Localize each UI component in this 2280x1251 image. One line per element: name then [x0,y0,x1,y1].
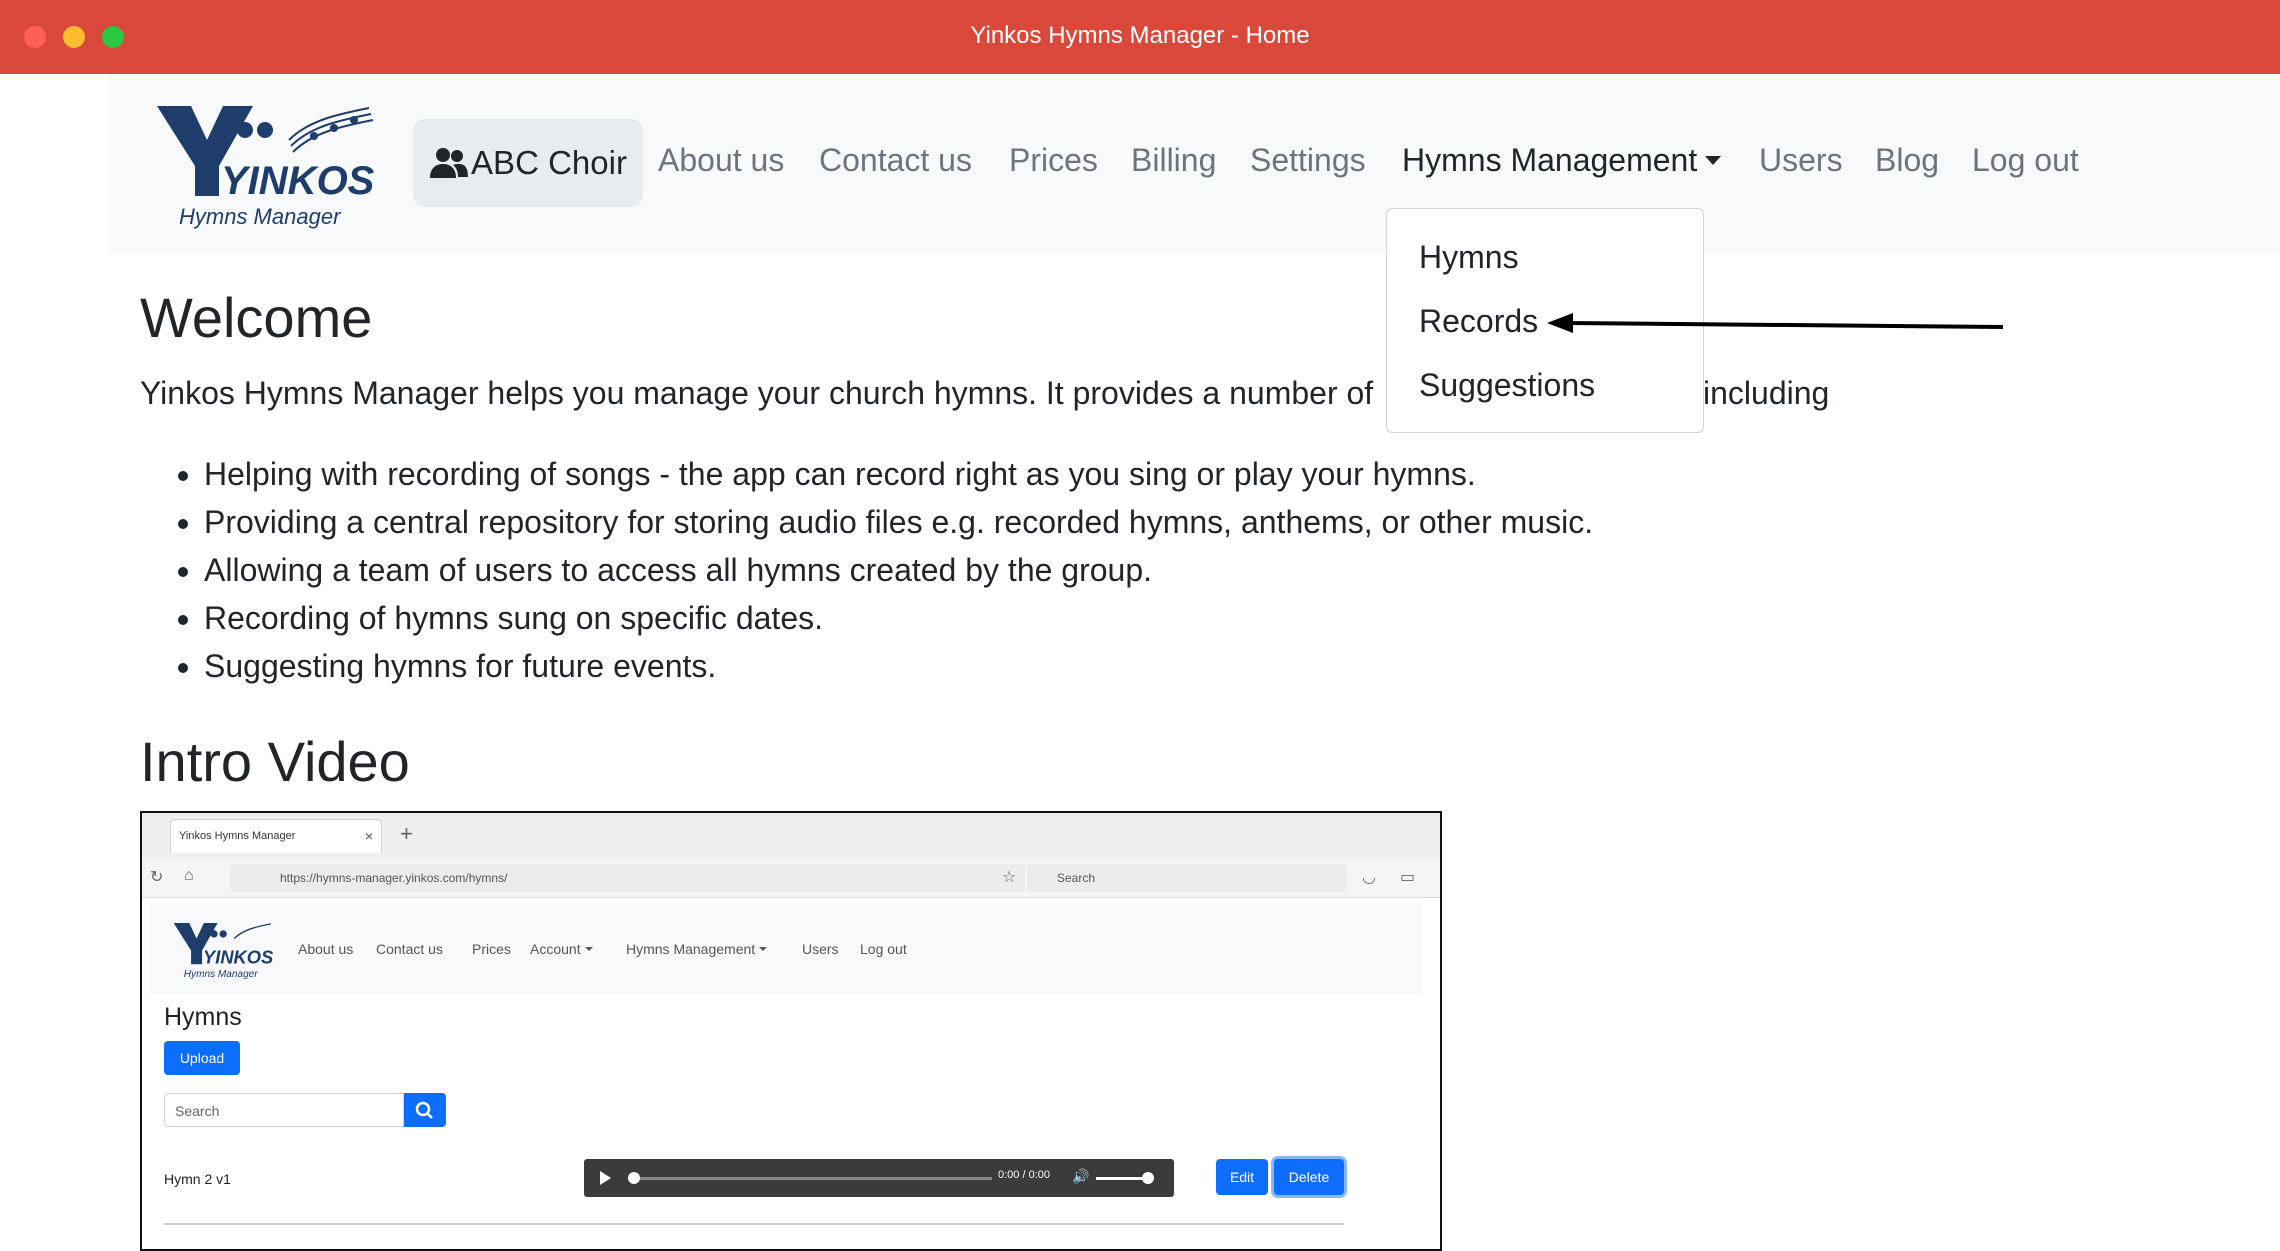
dropdown-item-hymns[interactable]: Hymns [1419,239,1519,276]
video-upload-button: Upload [164,1041,240,1075]
video-nav-account: Account [530,941,593,957]
nav-about-us[interactable]: About us [658,142,784,179]
video-edit-button: Edit [1216,1159,1268,1195]
audio-progress-track [632,1177,992,1180]
list-item: Suggesting hymns for future events. [204,642,1593,690]
nav-billing[interactable]: Billing [1131,142,1216,179]
video-nav-prices: Prices [472,941,511,957]
video-browser-tabstrip: Yinkos Hymns Manager × + [142,813,1440,859]
search-icon [415,1101,433,1119]
video-nav-account-label: Account [530,941,581,957]
nav-prices[interactable]: Prices [1009,142,1098,179]
pocket-icon: ◡ [1362,869,1376,886]
nav-choir-label: ABC Choir [471,144,627,181]
close-icon: × [364,828,373,844]
dropdown-item-records[interactable]: Records [1419,303,1538,340]
welcome-heading: Welcome [140,286,373,349]
yinkos-logo[interactable]: YINKOS Hymns Manager [149,100,389,230]
volume-knob [1142,1172,1154,1184]
plus-icon: + [400,821,413,846]
video-nav-users: Users [802,941,839,957]
audio-progress-knob [628,1172,640,1184]
logo-subtext: Hymns Manager [179,204,342,229]
list-item: Allowing a team of users to access all h… [204,546,1593,594]
window-title: Yinkos Hymns Manager - Home [970,22,1310,49]
video-nav-contact-us: Contact us [376,941,443,957]
video-delete-button: Delete [1274,1159,1344,1195]
nav-users[interactable]: Users [1759,142,1843,179]
video-nav-hymns-management: Hymns Management [626,941,768,957]
video-yinkos-logo: YINKOS Hymns Manager [173,922,274,980]
nav-blog[interactable]: Blog [1875,142,1939,179]
audio-time: 0:00 / 0:00 [998,1169,1050,1181]
intro-paragraph-tail: including [1703,375,1830,411]
list-item: Recording of hymns sung on specific date… [204,594,1593,642]
video-page-heading: Hymns [164,1003,242,1031]
reload-icon: ↻ [150,869,164,886]
star-icon: ☆ [1002,869,1017,886]
list-item: Providing a central repository for stori… [204,498,1593,546]
annotation-arrow-icon [1547,313,2004,333]
dropdown-item-suggestions[interactable]: Suggestions [1419,367,1595,404]
logo-text: YINKOS [221,159,375,203]
video-logo-text: YINKOS [203,946,274,967]
home-icon: ⌂ [184,867,194,884]
video-divider [164,1223,1344,1225]
video-logo-subtext: Hymns Manager [184,969,259,980]
caret-down-icon [584,947,593,951]
intro-video-heading: Intro Video [140,730,410,793]
caret-down-icon [1705,156,1722,165]
volume-track [1096,1177,1146,1180]
nav-hymns-management[interactable]: Hymns Management [1402,142,1722,179]
video-url-field: https://hymns-manager.yinkos.com/hymns/ [230,864,1025,892]
video-nav-hymns-management-label: Hymns Management [626,941,756,957]
nav-settings[interactable]: Settings [1250,142,1366,179]
nav-choir-account[interactable]: ABC Choir [413,119,643,207]
video-tab-title: Yinkos Hymns Manager [179,830,296,842]
video-search-input: Search [164,1093,404,1127]
caret-down-icon [759,947,768,951]
video-browser-search: Search [1027,864,1347,892]
video-search-button [404,1093,446,1127]
top-navbar: YINKOS Hymns Manager ABC Choir About us … [109,74,2280,253]
intro-paragraph: Yinkos Hymns Manager helps you manage yo… [140,375,1374,411]
video-nav-log-out: Log out [860,941,907,957]
list-item: Helping with recording of songs - the ap… [204,450,1593,498]
nav-log-out[interactable]: Log out [1972,142,2079,179]
users-icon [430,148,469,178]
feature-list: Helping with recording of songs - the ap… [140,450,1593,690]
play-icon [600,1171,611,1185]
video-app-navbar: YINKOS Hymns Manager About us Contact us… [150,903,1422,995]
video-browser-urlbar: ↻ ⌂ https://hymns-manager.yinkos.com/hym… [142,859,1440,898]
volume-icon: 🔊 [1072,1168,1090,1184]
video-hymn-name: Hymn 2 v1 [164,1171,231,1187]
window-titlebar: Yinkos Hymns Manager - Home [0,0,2280,74]
nav-contact-us[interactable]: Contact us [819,142,972,179]
intro-video[interactable]: Yinkos Hymns Manager × + ↻ ⌂ https://hym… [140,811,1442,1251]
video-audio-player: 0:00 / 0:00 🔊 [584,1159,1174,1197]
video-browser-tab: Yinkos Hymns Manager × [170,819,382,853]
video-nav-about-us: About us [298,941,354,957]
nav-hymns-management-label: Hymns Management [1402,142,1698,178]
sidebar-icon: ▭ [1400,869,1416,886]
video-browser-search-text: Search [1057,871,1096,885]
video-url-text: https://hymns-manager.yinkos.com/hymns/ [280,871,508,885]
